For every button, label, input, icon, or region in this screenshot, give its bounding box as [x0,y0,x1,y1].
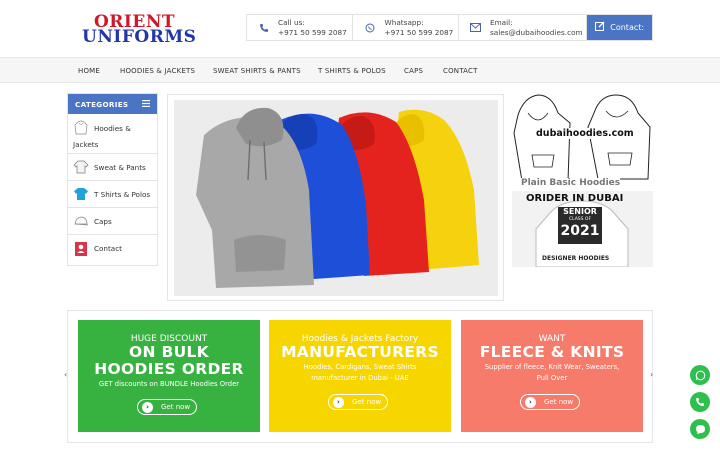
hero-banner[interactable] [167,94,504,301]
promo-carousel: HUGE DISCOUNT ON BULK HOODIES ORDER GET … [67,310,653,443]
ad-print-line-1: SENIOR [563,207,597,216]
category-label-2: Jackets [73,140,99,149]
chat-bubble-icon [695,424,705,434]
promo-headline: MANUFACTURERS [281,343,439,361]
promo-card-manufacturers[interactable]: Hoodies & Jackets Factory MANUFACTURERS … [269,320,451,432]
chevron-right-icon: › [525,396,536,408]
menu-icon[interactable] [142,99,150,109]
get-now-label: Get now [352,398,382,406]
get-now-label: Get now [544,398,574,406]
email-box[interactable]: Email: sales@dubaihoodies.com [459,15,588,40]
promo-headline: FLEECE & KNITS [479,343,625,361]
promo-desc-2: manufacturer in Dubai - UAE [311,374,409,382]
category-t-shirts-polos[interactable]: T Shirts & Polos [68,181,157,208]
hoodies-illustration [174,100,498,296]
promo-desc: Supplier of fleece, Knit Wear, Sweaters, [484,363,620,371]
promo-card-fleece[interactable]: WANT FLEECE & KNITS Supplier of fleece, … [461,320,643,432]
edit-icon [595,21,605,34]
get-now-button[interactable]: › Get now [137,399,197,415]
category-label: Contact [94,244,122,253]
contact-button-label: Contact: [610,23,645,32]
promo-desc: Hoodies, Cardigans, Sweat Shirts [303,363,417,371]
contact-bar: Call us: +971 50 599 2087 Whatsapp: +971 5… [246,14,653,41]
header: ORIENT UNIFORMS Call us: +971 50 599 2087… [0,0,720,57]
ad-print-line-3: 2021 [560,223,600,239]
call-us-box[interactable]: Call us: +971 50 599 2087 [247,15,354,40]
call-value: +971 50 599 2087 [278,27,347,37]
phone-icon [257,21,271,35]
whatsapp-value: +971 50 599 2087 [384,27,454,37]
main-nav: HOME HOODIES & JACKETS SWEAT SHIRTS & PA… [0,57,720,83]
chat-fab[interactable] [690,419,710,439]
whatsapp-fab[interactable] [690,365,710,385]
category-sweat-pants[interactable]: Sweat & Pants [68,154,157,181]
nav-sweat-shirts-pants[interactable]: SWEAT SHIRTS & PANTS [213,67,301,75]
ad-footer-text: DESIGNER HOODIES [542,255,610,262]
chevron-right-icon: › [333,396,344,408]
mail-icon [469,21,483,35]
nav-caps[interactable]: CAPS [404,67,423,75]
category-hoodies-jackets[interactable]: Hoodies & Jackets [68,114,157,154]
carousel-next-icon[interactable]: › [650,370,653,379]
ad-order-text: ORIDER IN DUBAI [526,193,624,204]
contact-button[interactable]: Contact: [587,15,652,40]
categories-title: CATEGORIES [75,99,129,109]
get-now-button[interactable]: › Get now [520,394,580,410]
nav-home[interactable]: HOME [78,67,100,75]
categories-panel: CATEGORIES Hoodies & Jackets Sweat & Pan… [67,93,158,266]
nav-contact[interactable]: CONTACT [443,67,478,75]
categories-header[interactable]: CATEGORIES [68,94,157,114]
ad-tagline: Plain Basic Hoodies [521,178,621,188]
chevron-right-icon: › [142,401,153,413]
whatsapp-box[interactable]: Whatsapp: +971 50 599 2087 [353,15,459,40]
phone-icon [696,398,704,406]
category-label: Caps [94,216,112,226]
category-label: Hoodies & [94,123,131,133]
nav-hoodies-jackets[interactable]: HOODIES & JACKETS [120,67,195,75]
hero-image [174,100,498,296]
promo-headline: ON BULK [129,343,209,361]
contact-book-icon [73,241,89,257]
hoodie-icon [73,120,89,136]
category-contact[interactable]: Contact [68,235,157,262]
call-label: Call us: [278,18,305,27]
ad-site-name: dubaihoodies.com [536,128,634,139]
get-now-button[interactable]: › Get now [328,394,388,410]
tshirt-icon [73,186,89,202]
promo-desc: GET discounts on BUNDLE Hoodies Order [98,380,240,388]
phone-fab[interactable] [690,392,710,412]
category-label: T Shirts & Polos [94,189,151,199]
ad-print-line-2: CLASS OF [568,217,592,222]
email-value: sales@dubaihoodies.com [489,27,583,37]
whatsapp-icon [695,370,705,380]
side-advert[interactable]: dubaihoodies.com Plain Basic Hoodies ORI… [512,93,653,268]
promo-desc-2: Pull Over [536,374,568,382]
whatsapp-label: Whatsapp: [384,18,424,27]
nav-t-shirts-polos[interactable]: T SHIRTS & POLOS [318,67,386,75]
logo-line-2: UNIFORMS [82,27,197,47]
email-label: Email: [489,18,513,27]
promo-headline-2: HOODIES ORDER [94,360,244,378]
carousel-prev-icon[interactable]: ‹ [64,370,67,379]
cap-icon [73,213,89,229]
site-logo[interactable]: ORIENT UNIFORMS [80,12,196,47]
promo-card-bulk[interactable]: HUGE DISCOUNT ON BULK HOODIES ORDER GET … [78,320,260,432]
category-caps[interactable]: Caps [68,208,157,235]
sweatshirt-icon [73,159,89,175]
whatsapp-icon [363,21,377,35]
category-label: Sweat & Pants [94,162,146,172]
get-now-label: Get now [161,403,191,411]
